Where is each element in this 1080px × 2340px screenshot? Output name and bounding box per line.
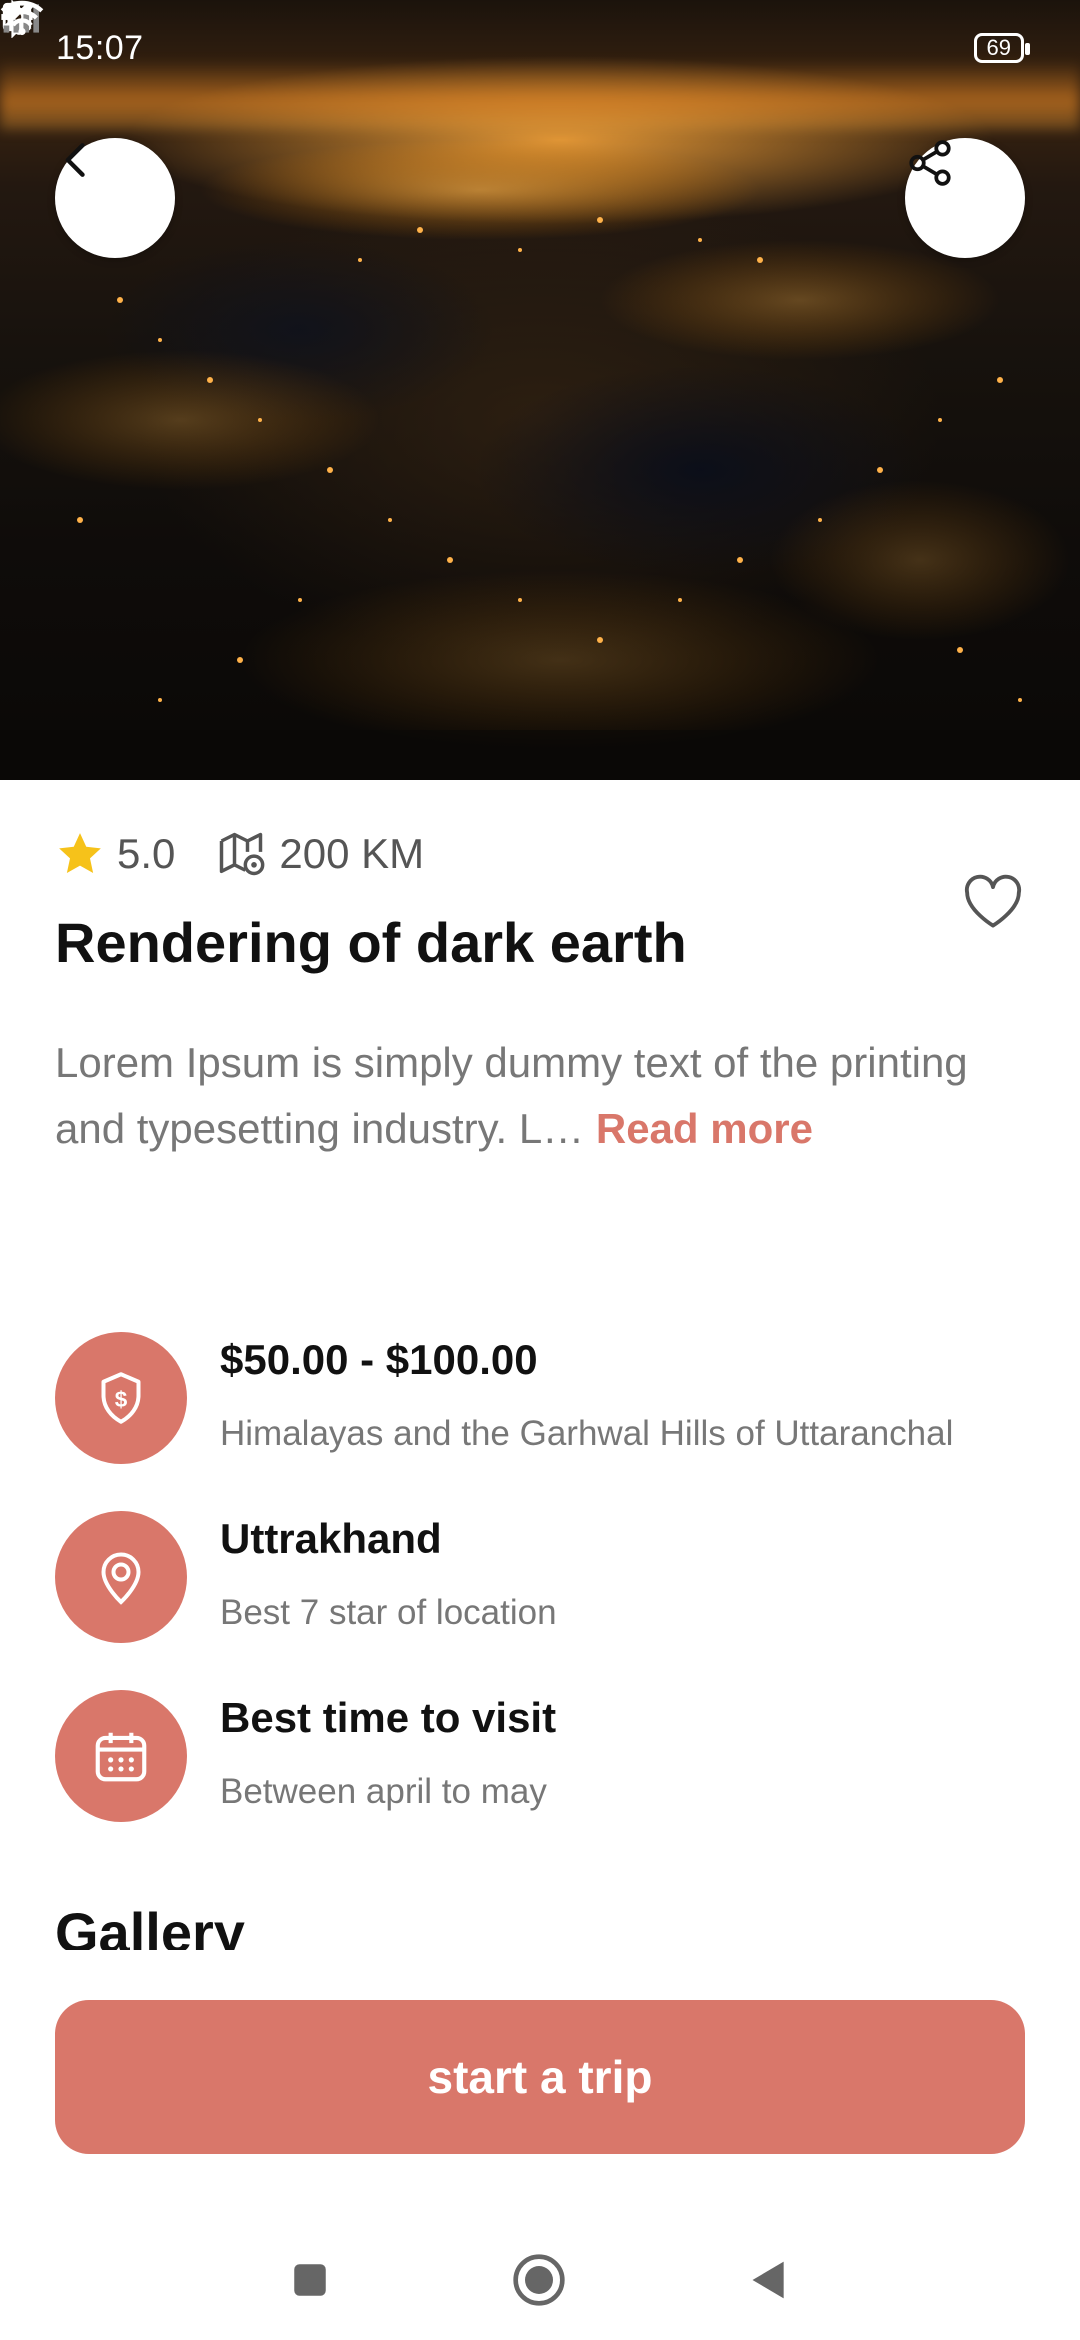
favorite-button[interactable] bbox=[962, 872, 1024, 935]
location-icon-badge bbox=[55, 1511, 187, 1643]
distance: 200 KM bbox=[215, 828, 424, 880]
share-icon bbox=[909, 140, 951, 186]
best-time-subtitle: Between april to may bbox=[220, 1772, 547, 1811]
map-distance-icon bbox=[220, 832, 265, 876]
home-icon[interactable] bbox=[511, 2252, 567, 2308]
back-button[interactable] bbox=[55, 138, 175, 258]
back-icon[interactable] bbox=[747, 2256, 791, 2304]
meta-row: 5.0 200 KM bbox=[55, 828, 424, 880]
svg-text:$: $ bbox=[115, 1387, 128, 1412]
location-item: Uttrakhand Best 7 star of location bbox=[55, 1511, 557, 1643]
rating-value: 5.0 bbox=[117, 830, 176, 877]
shield-dollar-icon: $ bbox=[101, 1372, 141, 1424]
description-text: Lorem Ipsum is simply dummy text of the … bbox=[55, 1039, 968, 1152]
price-range-subtitle: Himalayas and the Garhwal Hills of Uttar… bbox=[220, 1414, 954, 1453]
start-trip-button[interactable]: start a trip bbox=[55, 2000, 1025, 2154]
price-range-item: $ $50.00 - $100.00 Himalayas and the Gar… bbox=[55, 1332, 953, 1464]
distance-value: 200 KM bbox=[279, 830, 425, 877]
gallery-heading: Gallery bbox=[55, 1901, 245, 1950]
wifi-icon bbox=[0, 0, 44, 36]
best-time-item: Best time to visit Between april to may bbox=[55, 1690, 556, 1822]
calendar-icon bbox=[95, 1732, 147, 1782]
star-icon bbox=[59, 833, 101, 873]
recents-icon[interactable] bbox=[289, 2259, 331, 2301]
price-range: $50.00 - $100.00 bbox=[220, 1336, 538, 1383]
price-icon-badge: $ bbox=[55, 1332, 187, 1464]
heart-icon bbox=[964, 874, 1022, 928]
calendar-icon-badge bbox=[55, 1690, 187, 1822]
hero-city-lights bbox=[0, 140, 1080, 780]
place-description: Lorem Ipsum is simply dummy text of the … bbox=[55, 1030, 1035, 1162]
read-more-link[interactable]: Read more bbox=[596, 1105, 813, 1152]
location-title: Uttrakhand bbox=[220, 1515, 442, 1562]
system-nav-bar bbox=[0, 2220, 1080, 2340]
chevron-left-icon bbox=[65, 143, 85, 177]
location-pin-icon bbox=[101, 1552, 141, 1605]
place-title: Rendering of dark earth bbox=[55, 911, 687, 974]
status-icons-right: 69 bbox=[0, 0, 1031, 63]
location-subtitle: Best 7 star of location bbox=[220, 1593, 557, 1632]
status-bar: 15:07 69 bbox=[0, 0, 1080, 96]
status-time: 15:07 bbox=[56, 28, 144, 67]
battery-icon: 69 bbox=[973, 33, 1031, 63]
hero-image: 15:07 69 bbox=[0, 0, 1080, 780]
share-button[interactable] bbox=[905, 138, 1025, 258]
best-time-title: Best time to visit bbox=[220, 1694, 557, 1741]
